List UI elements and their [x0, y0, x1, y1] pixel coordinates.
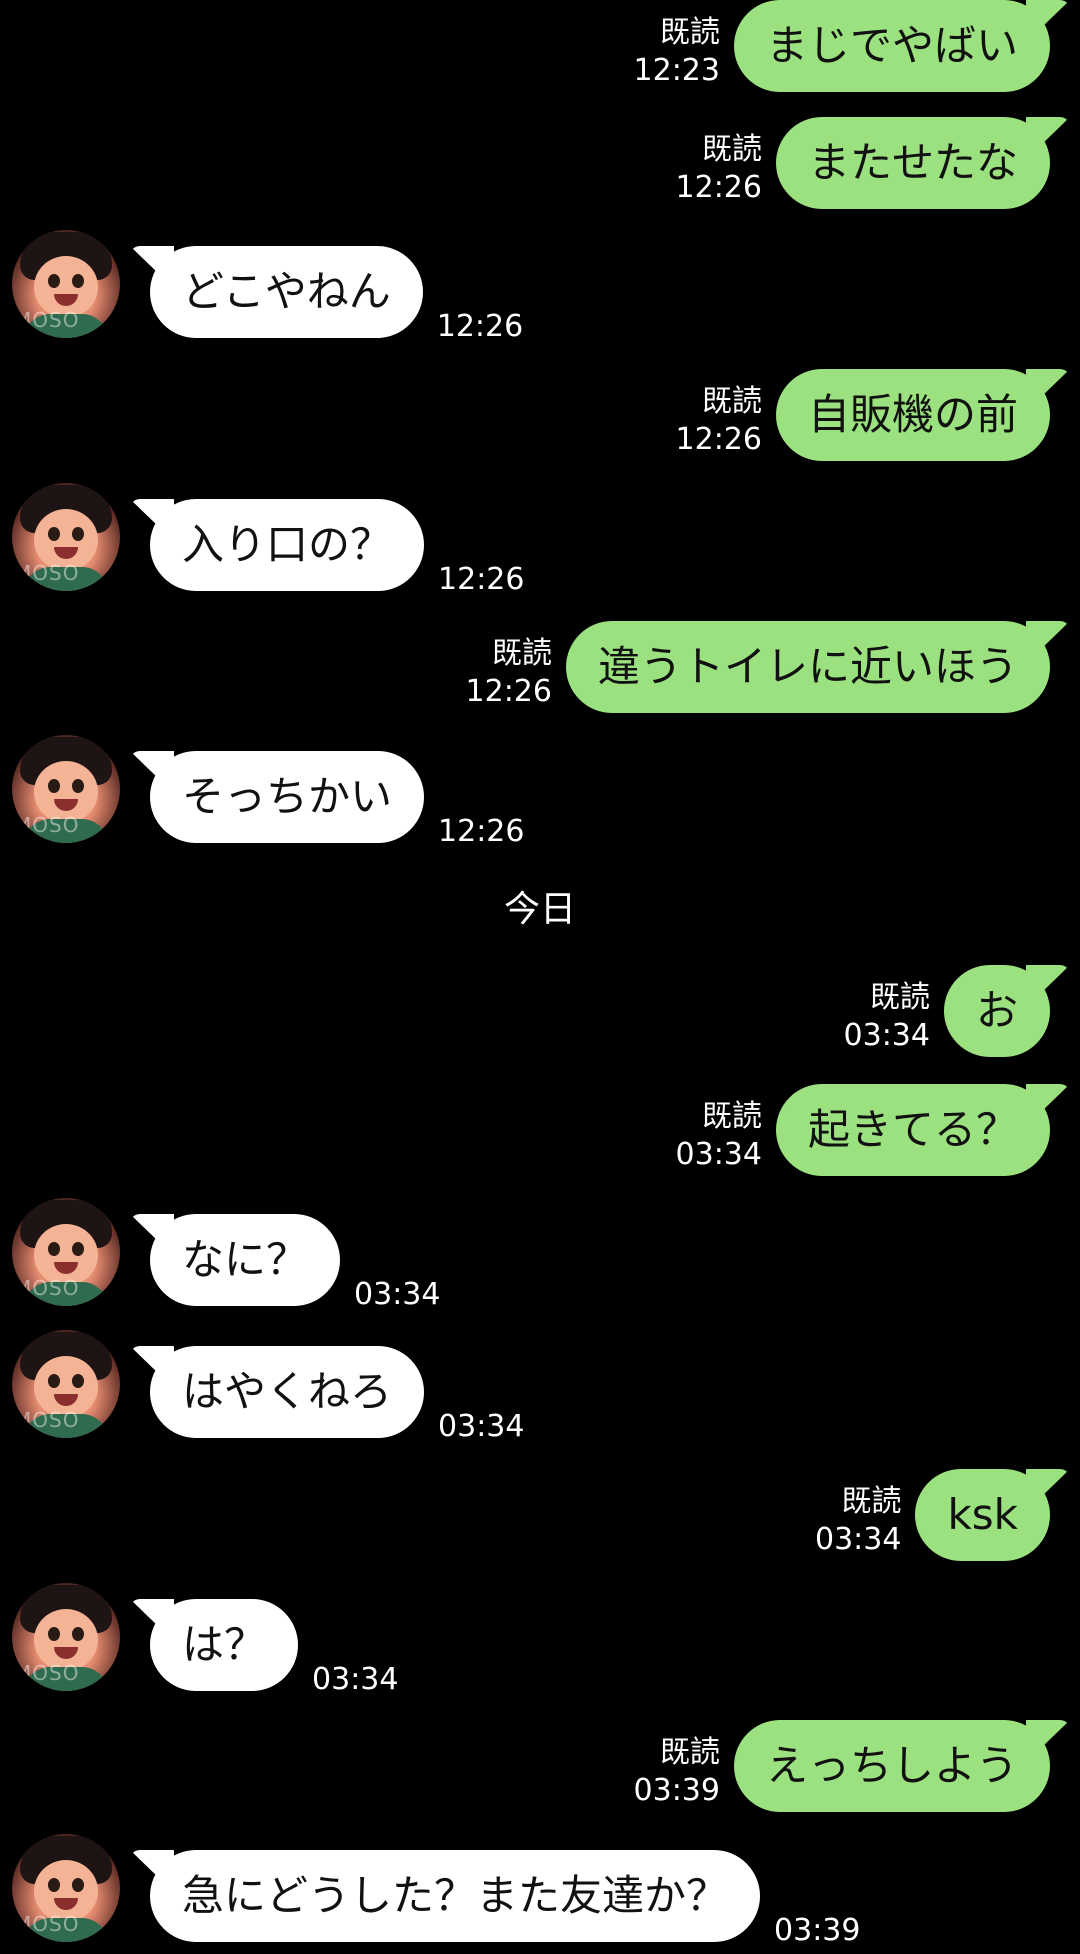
message-time: 03:34: [675, 1137, 762, 1172]
avatar-watermark: MOSO: [14, 308, 80, 332]
message-bubble[interactable]: 入り口の？: [150, 499, 425, 591]
read-receipt: 既読: [491, 636, 552, 671]
message-meta: 既読 03:39: [634, 1734, 720, 1810]
message-bubble[interactable]: まじでやばい: [733, 0, 1050, 92]
message-meta: 既読 12:26: [676, 131, 762, 207]
message-time: 12:26: [465, 674, 552, 709]
message-bubble[interactable]: 違うトイレに近いほう: [565, 621, 1050, 713]
message-time: 03:39: [774, 1913, 861, 1948]
avatar[interactable]: MOSO: [12, 1834, 120, 1942]
message-sent: 既読 12:26 またせたな: [676, 117, 1066, 209]
message-received: MOSO 入り口の？ 12:26: [12, 483, 524, 597]
message-time: 03:34: [438, 1409, 525, 1444]
avatar[interactable]: MOSO: [12, 1198, 120, 1306]
message-sent: 既読 12:26 違うトイレに近いほう: [466, 621, 1066, 713]
message-bubble[interactable]: えっちしよう: [733, 1720, 1050, 1812]
message-bubble[interactable]: 自販機の前: [775, 369, 1050, 461]
message-sent: 既読 03:34 起きてる？: [676, 1084, 1066, 1176]
avatar-watermark: MOSO: [14, 1276, 80, 1300]
read-receipt: 既読: [701, 132, 762, 167]
message-bubble[interactable]: またせたな: [775, 117, 1050, 209]
message-bubble[interactable]: ksk: [915, 1469, 1050, 1561]
message-time: 12:26: [438, 562, 525, 597]
read-receipt: 既読: [659, 15, 720, 50]
avatar-watermark: MOSO: [14, 813, 80, 837]
message-bubble[interactable]: は？: [150, 1599, 299, 1691]
avatar-watermark: MOSO: [14, 1408, 80, 1432]
message-meta: 既読 12:23: [634, 14, 720, 90]
message-time: 12:26: [436, 309, 524, 344]
read-receipt: 既読: [659, 1735, 720, 1770]
avatar-watermark: MOSO: [14, 1661, 80, 1685]
message-sent: 既読 03:34 ksk: [815, 1469, 1066, 1561]
message-received: MOSO 急にどうした？また友達か？ 03:39: [12, 1834, 860, 1948]
avatar[interactable]: MOSO: [12, 1583, 120, 1691]
message-bubble[interactable]: お: [943, 965, 1050, 1057]
avatar[interactable]: MOSO: [12, 1330, 120, 1438]
message-meta: 既読 03:34: [844, 979, 930, 1055]
message-time: 12:26: [675, 422, 762, 457]
message-received: MOSO なに？ 03:34: [12, 1198, 440, 1312]
read-receipt: 既読: [701, 384, 762, 419]
avatar[interactable]: MOSO: [12, 230, 120, 338]
avatar[interactable]: MOSO: [12, 735, 120, 843]
read-receipt: 既読: [869, 980, 930, 1015]
message-time: 12:23: [633, 53, 720, 88]
message-meta: 既読 03:34: [676, 1098, 762, 1174]
message-received: MOSO そっちかい 12:26: [12, 735, 524, 849]
avatar-watermark: MOSO: [14, 1912, 80, 1936]
message-bubble[interactable]: 起きてる？: [775, 1084, 1050, 1176]
message-sent: 既読 03:39 えっちしよう: [634, 1720, 1066, 1812]
message-time: 12:26: [438, 814, 525, 849]
message-time: 03:39: [633, 1773, 720, 1808]
message-sent: 既読 12:23 まじでやばい: [634, 0, 1066, 92]
message-meta: 既読 12:26: [466, 635, 552, 711]
message-sent: 既読 03:34 お: [844, 965, 1066, 1057]
message-time: 03:34: [815, 1522, 902, 1557]
message-time: 03:34: [354, 1277, 441, 1312]
message-sent: 既読 12:26 自販機の前: [676, 369, 1066, 461]
message-bubble[interactable]: はやくねろ: [150, 1346, 425, 1438]
message-bubble[interactable]: そっちかい: [150, 751, 425, 843]
avatar-watermark: MOSO: [14, 561, 80, 585]
message-time: 12:26: [675, 170, 762, 205]
message-bubble[interactable]: 急にどうした？また友達か？: [150, 1850, 761, 1942]
message-received: MOSO どこやねん 12:26: [12, 230, 523, 344]
message-received: MOSO はやくねろ 03:34: [12, 1330, 524, 1444]
avatar[interactable]: MOSO: [12, 483, 120, 591]
message-meta: 既読 03:34: [815, 1483, 901, 1559]
message-bubble[interactable]: なに？: [150, 1214, 341, 1306]
message-received: MOSO は？ 03:34: [12, 1583, 398, 1697]
message-time: 03:34: [312, 1662, 399, 1697]
read-receipt: 既読: [841, 1484, 902, 1519]
chat-thread[interactable]: 既読 12:23 まじでやばい 既読 12:26 またせたな MOSO どこやね…: [0, 0, 1080, 1954]
message-meta: 既読 12:26: [676, 383, 762, 459]
message-time: 03:34: [843, 1018, 930, 1053]
date-separator: 今日: [503, 889, 576, 930]
message-bubble[interactable]: どこやねん: [150, 246, 423, 338]
read-receipt: 既読: [701, 1099, 762, 1134]
